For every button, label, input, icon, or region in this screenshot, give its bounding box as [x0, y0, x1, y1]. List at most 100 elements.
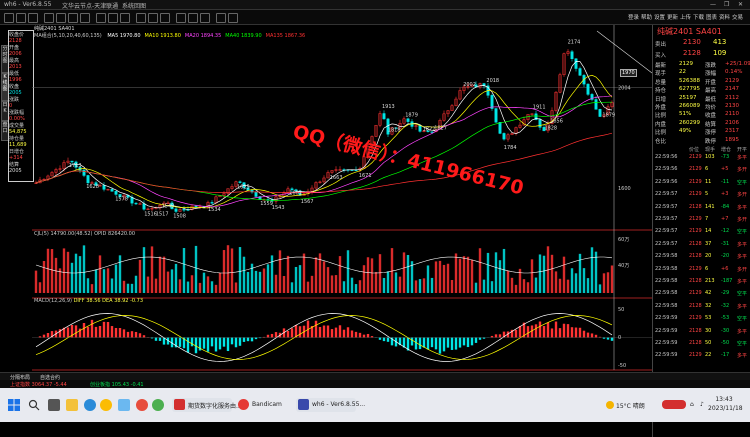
tick-row[interactable]: 22:59:57 2128 37 -31 多平: [655, 241, 749, 248]
tick-row[interactable]: 22:59:57 2129 7 +7 多开: [655, 216, 749, 223]
ma-value: MA40 1839.90: [225, 33, 262, 39]
file-explorer-icon[interactable]: [66, 399, 78, 411]
taskbar-app-bandicam[interactable]: Bandicam: [236, 398, 292, 412]
toolbar-update[interactable]: 更新: [667, 13, 678, 21]
price-annotation: 1625: [237, 185, 250, 191]
ma-value: MA135 1867.36: [265, 33, 306, 39]
tick-row[interactable]: 22:59:56 2129 11 -11 空平: [655, 179, 749, 186]
refresh-icon[interactable]: [44, 13, 54, 23]
taskbar-app-wh6[interactable]: wh6 - Ver6.8.55...: [296, 398, 365, 412]
menu-item-node[interactable]: 文华云节点-天津联通: [62, 1, 118, 10]
forward-icon[interactable]: [28, 13, 38, 23]
tick-row[interactable]: 22:59:59 2128 30 -30 多平: [655, 328, 749, 335]
lock-icon[interactable]: [228, 13, 238, 23]
tick-row[interactable]: 22:59:56 2129 6 +5 多开: [655, 166, 749, 173]
tick-row[interactable]: 22:59:58 2128 32 -32 多平: [655, 303, 749, 310]
tick-type: 多平: [737, 241, 748, 248]
tick-row[interactable]: 22:59:59 2128 50 -50 空平: [655, 340, 749, 347]
app2-icon[interactable]: [152, 399, 164, 411]
app-icon[interactable]: [136, 399, 148, 411]
menu-item-layout[interactable]: 系统回图: [122, 1, 146, 10]
volume-bar: [526, 282, 530, 293]
bid-row[interactable]: 买入 2128 109: [655, 49, 749, 59]
volume-icon[interactable]: ♪: [700, 401, 704, 408]
tick-row[interactable]: 22:59:57 2129 14 -12 空平: [655, 228, 749, 235]
volume-bar: [326, 267, 330, 293]
bookmark-icon[interactable]: [160, 13, 170, 23]
toolbar-info[interactable]: 资料: [719, 13, 730, 21]
home-icon[interactable]: [4, 13, 14, 23]
clock-time[interactable]: 13:43: [708, 396, 740, 403]
task-view-icon[interactable]: [48, 399, 60, 411]
kline-icon[interactable]: [68, 13, 78, 23]
search-icon[interactable]: [28, 399, 40, 411]
windows-start-icon[interactable]: [8, 399, 20, 411]
volume-bar: [74, 253, 78, 293]
volume-bar: [282, 276, 286, 293]
wh6-icon: [298, 399, 309, 410]
edge-browser-icon[interactable]: [84, 399, 96, 411]
news-icon[interactable]: [188, 13, 198, 23]
calc-icon[interactable]: [176, 13, 186, 23]
volume-bar: [330, 275, 334, 293]
maximize-button[interactable]: ❐: [724, 1, 729, 8]
macd-legend: MACD(12,26,9) DIFF 38.56 DEA 38.92 -0.73: [34, 298, 143, 304]
volume-bar: [474, 282, 478, 293]
toolbar-download[interactable]: 下载: [693, 13, 704, 21]
tick-price: 2128: [689, 240, 702, 247]
zoom-out-icon[interactable]: [120, 13, 130, 23]
close-button[interactable]: ✕: [738, 1, 743, 8]
alert-icon[interactable]: [200, 13, 210, 23]
tick-row[interactable]: 22:59:59 2129 53 -53 空平: [655, 315, 749, 322]
toolbar-settings[interactable]: 设置: [654, 13, 665, 21]
tick-header-price: 价位: [689, 147, 700, 153]
draw-icon[interactable]: [96, 13, 106, 23]
clock-date[interactable]: 2023/11/18: [708, 405, 743, 412]
list-icon[interactable]: [56, 13, 66, 23]
ask-row[interactable]: 卖出 2130 413: [655, 38, 749, 48]
indicator-icon[interactable]: [136, 13, 146, 23]
tick-row[interactable]: 22:59:56 2129 103 -73 多平: [655, 154, 749, 161]
volume-bar: [606, 272, 610, 293]
tick-oi-change: -53: [721, 315, 730, 322]
store-icon[interactable]: [118, 399, 130, 411]
tick-price: 2129: [689, 265, 702, 272]
tick-row[interactable]: 22:59:58 2129 42 -29 空平: [655, 290, 749, 297]
macd-values: DIFF 38.56 DEA 38.92 -0.73: [73, 298, 144, 304]
volume-bar: [298, 265, 302, 293]
weather-icon[interactable]: [606, 401, 614, 409]
volume-bar: [438, 260, 442, 293]
toolbar-upload[interactable]: 上传: [680, 13, 691, 21]
toolbar-login[interactable]: 登录: [628, 13, 639, 21]
tick-row[interactable]: 22:59:58 2128 213 -187 多平: [655, 278, 749, 285]
taskbar-app-futures[interactable]: 期货数字化服务由...: [172, 398, 242, 412]
period-icon[interactable]: [148, 13, 158, 23]
zoom-in-icon[interactable]: [108, 13, 118, 23]
tick-type: 多开: [737, 192, 748, 199]
bandicam-icon: [238, 399, 249, 410]
minimize-button[interactable]: —: [710, 1, 716, 8]
tick-row[interactable]: 22:59:58 2128 20 -20 多平: [655, 253, 749, 260]
back-icon[interactable]: [16, 13, 26, 23]
chrome-icon[interactable]: [100, 399, 112, 411]
candlestick-chart[interactable]: 1713162815781516151715491508153416251559…: [32, 25, 652, 372]
toolbar-trade[interactable]: 交易: [732, 13, 743, 21]
quote-row: 仓比 跌停 1895: [655, 137, 749, 145]
tick-row[interactable]: 22:59:58 2129 6 +6 多开: [655, 266, 749, 273]
trade-icon[interactable]: [216, 13, 226, 23]
weather-text[interactable]: 15°C 晴朗: [616, 401, 645, 410]
tick-row[interactable]: 22:59:57 2128 141 -84 多平: [655, 204, 749, 211]
tick-row[interactable]: 22:59:59 2129 22 -17 多平: [655, 352, 749, 359]
volume-bar: [146, 276, 150, 293]
toolbar-help[interactable]: 帮助: [641, 13, 652, 21]
toolbar-chart[interactable]: 图表: [706, 13, 717, 21]
candle-body: [406, 118, 410, 122]
network-icon[interactable]: ⌂: [690, 401, 694, 408]
index-chinext: 创业板指 105.43 -0.41: [90, 382, 144, 388]
tick-time: 22:59:58: [655, 253, 678, 260]
tick-row[interactable]: 22:59:57 2129 5 +3 多开: [655, 191, 749, 198]
price-annotation: 1913: [382, 104, 395, 110]
tick-volume: 11: [705, 178, 712, 185]
tray-app-icon[interactable]: [662, 400, 686, 409]
timeline-icon[interactable]: [80, 13, 90, 23]
